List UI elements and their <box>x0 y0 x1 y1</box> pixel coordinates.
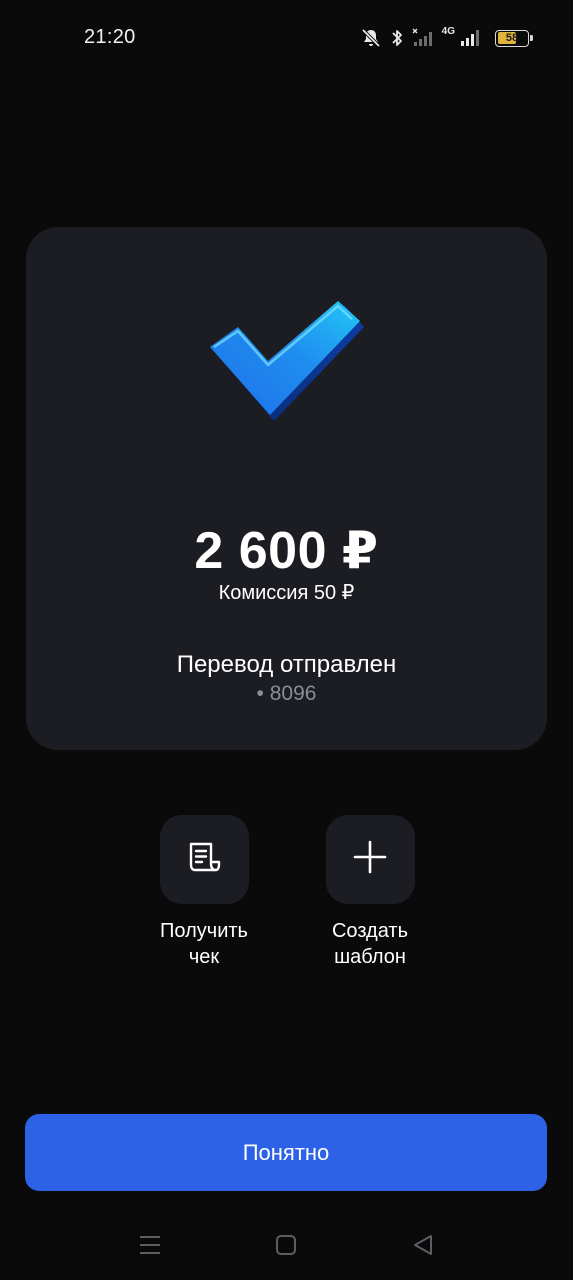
plus-icon <box>352 839 388 880</box>
network-type-label: 4G <box>441 26 455 37</box>
mute-bell-icon <box>360 28 382 48</box>
actions-row: Получить чек Создать шаблон <box>0 815 573 985</box>
create-template-button[interactable] <box>325 815 415 904</box>
status-time: 21:20 <box>84 26 136 48</box>
get-receipt-action[interactable]: Получить чек <box>139 815 269 970</box>
transfer-status: Перевод отправлен <box>176 651 397 678</box>
receipt-icon <box>185 840 223 879</box>
status-bar: 21:20 4G 58 <box>0 0 573 78</box>
transfer-success-screen: 21:20 4G 58 2 600 ₽ Комиссия 50 ₽ Перево… <box>0 0 573 1280</box>
bluetooth-icon <box>390 28 404 48</box>
battery-level: 58 <box>505 32 519 44</box>
create-template-label: Создать шаблон <box>331 920 408 968</box>
signal-icon <box>459 28 483 48</box>
menu-icon[interactable] <box>137 1232 163 1258</box>
get-receipt-label: Получить чек <box>160 920 248 968</box>
checkmark-icon <box>202 297 372 427</box>
get-receipt-button[interactable] <box>159 815 249 904</box>
account-number: • 8096 <box>256 682 317 705</box>
home-icon[interactable] <box>273 1232 299 1258</box>
system-nav-bar <box>0 1222 573 1268</box>
status-icons: 4G 58 <box>360 26 533 50</box>
no-signal-icon <box>412 28 434 48</box>
transfer-amount: 2 600 ₽ <box>194 522 379 580</box>
result-card: 2 600 ₽ Комиссия 50 ₽ Перевод отправлен … <box>26 227 547 750</box>
back-icon[interactable] <box>410 1232 436 1258</box>
create-template-action[interactable]: Создать шаблон <box>305 815 435 970</box>
battery-icon: 58 <box>495 29 533 47</box>
ok-button[interactable]: Понятно <box>25 1114 547 1191</box>
commission-text: Комиссия 50 ₽ <box>218 582 355 604</box>
